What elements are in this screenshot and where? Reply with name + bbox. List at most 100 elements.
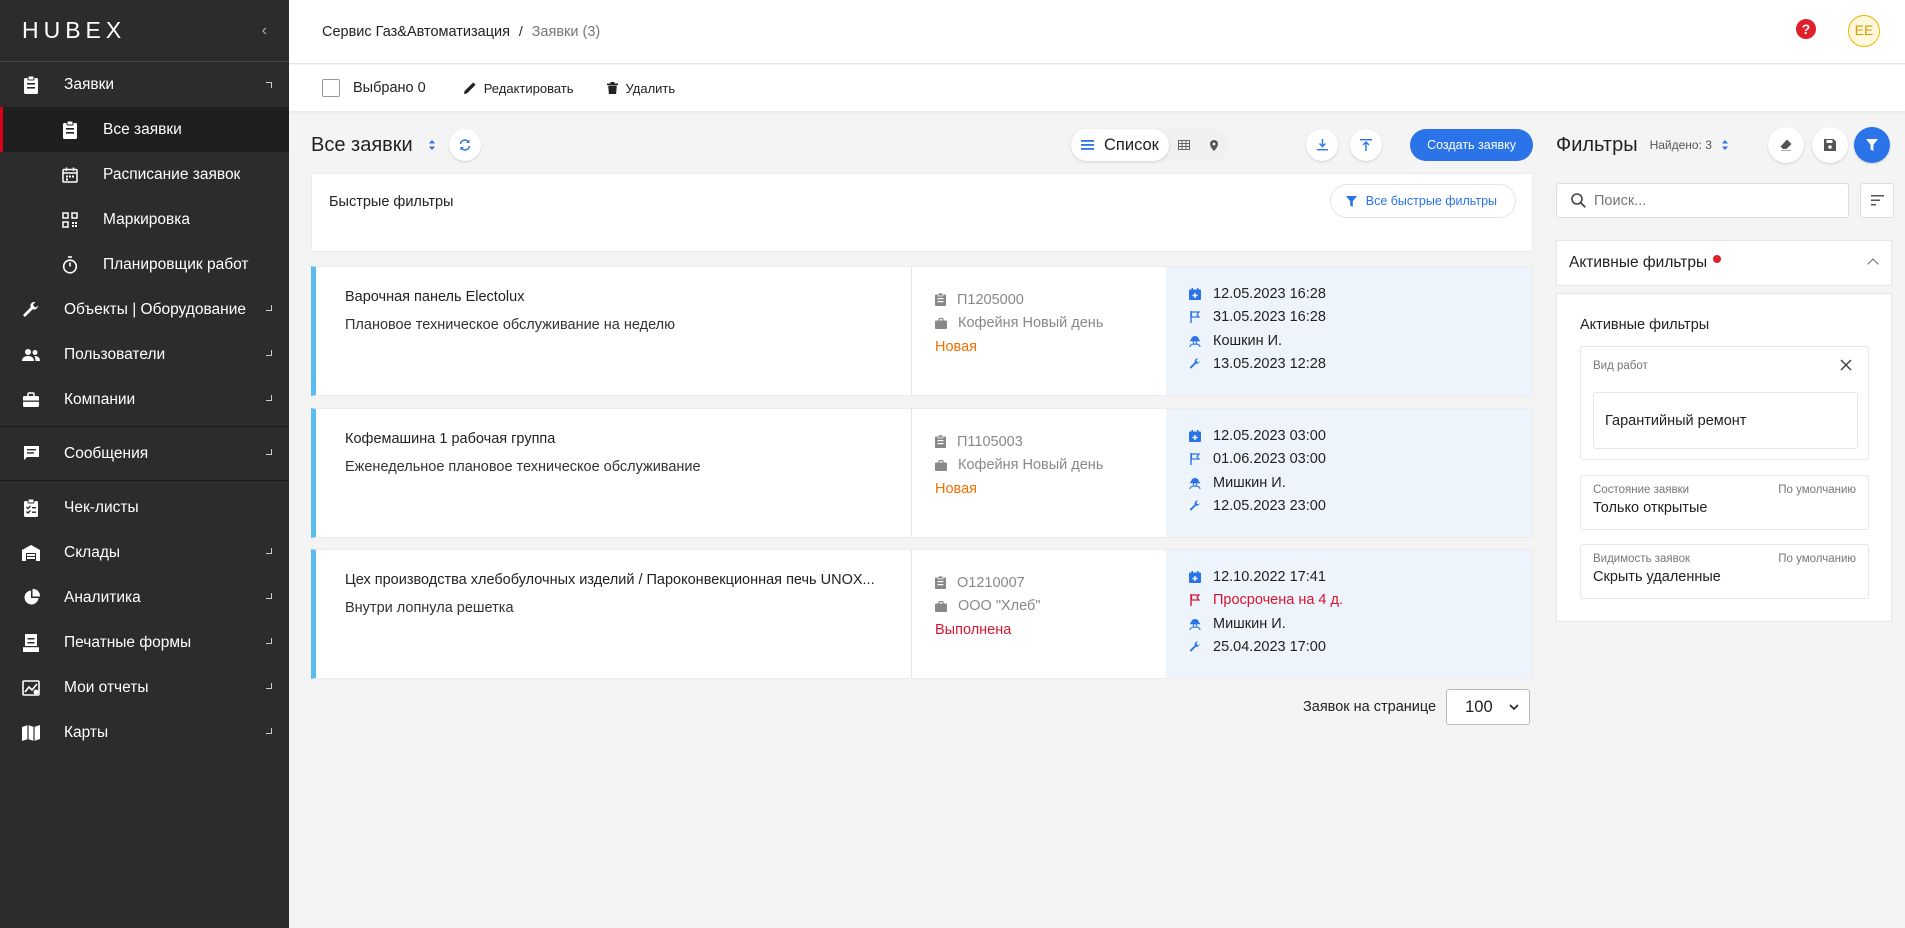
help-icon[interactable]: ?: [1796, 19, 1816, 39]
close-icon[interactable]: [1840, 359, 1852, 371]
sidebar-item-requests[interactable]: Заявки: [0, 62, 289, 107]
all-quick-filters-button[interactable]: Все быстрые фильтры: [1329, 184, 1516, 218]
worker-row: Кошкин И.: [1188, 329, 1532, 353]
sidebar: HUBEX ‹ Заявки Все заявки Расписание зая…: [0, 0, 289, 928]
refresh-button[interactable]: [448, 129, 481, 161]
per-page-value: 100: [1465, 697, 1493, 716]
request-card[interactable]: Кофемашина 1 рабочая группа Еженедельное…: [311, 408, 1533, 538]
sidebar-item-objects[interactable]: Объекты | Оборудование: [0, 287, 289, 332]
sidebar-item-label: Мои отчеты: [64, 678, 149, 696]
filter-visibility[interactable]: Видимость заявок По умолчанию Скрыть уда…: [1580, 544, 1869, 599]
wrench-icon: [1188, 500, 1202, 512]
sidebar-item-users[interactable]: Пользователи: [0, 332, 289, 377]
deadline-row: 01.06.2023 03:00: [1188, 448, 1532, 472]
toggle-filters-button[interactable]: [1854, 127, 1890, 163]
clipboard-icon: [935, 435, 957, 449]
sort-icon[interactable]: [428, 140, 435, 150]
briefcase-icon: [935, 459, 958, 471]
collapse-sidebar-icon[interactable]: ‹: [262, 22, 267, 40]
created-row: 12.05.2023 03:00: [1188, 424, 1532, 448]
sidebar-item-warehouses[interactable]: Склады: [0, 530, 289, 575]
created-date: 12.05.2023 03:00: [1213, 427, 1326, 444]
filter-sort-button[interactable]: [1860, 183, 1894, 218]
card-meta: П1105003 Кофейня Новый день Новая: [912, 409, 1166, 537]
clipboard-list-icon: [61, 120, 79, 139]
sort-icon[interactable]: [1721, 140, 1728, 150]
column-filter-button[interactable]: [1350, 129, 1382, 161]
sidebar-item-messages[interactable]: Сообщения: [0, 431, 289, 476]
avatar[interactable]: EE: [1848, 15, 1880, 47]
chevron-up-icon: [266, 82, 272, 88]
sidebar-item-my-reports[interactable]: Мои отчеты: [0, 665, 289, 710]
request-number-row: О1210007: [935, 571, 1166, 595]
create-request-button[interactable]: Создать заявку: [1410, 129, 1533, 161]
sidebar-item-print-forms[interactable]: Печатные формы: [0, 620, 289, 665]
all-quick-filters-label: Все быстрые фильтры: [1365, 194, 1497, 208]
select-all-checkbox[interactable]: [322, 79, 340, 97]
wrench-icon: [1188, 641, 1202, 653]
sidebar-item-label: Сообщения: [64, 444, 149, 462]
sidebar-item-marking[interactable]: Маркировка: [0, 197, 289, 242]
sidebar-item-planner[interactable]: Планировщик работ: [0, 242, 289, 287]
company-name: Кофейня Новый день: [958, 315, 1104, 332]
per-page-select[interactable]: 100: [1446, 689, 1531, 725]
sidebar-item-all-requests[interactable]: Все заявки: [0, 107, 289, 152]
sidebar-item-label: Планировщик работ: [103, 255, 249, 273]
request-title[interactable]: Цех производства хлебобулочных изделий /…: [345, 572, 890, 588]
active-filters-toggle[interactable]: Активные фильтры: [1556, 240, 1892, 286]
sidebar-item-checklists[interactable]: Чек-листы: [0, 485, 289, 530]
sidebar-divider: [0, 480, 289, 481]
request-card[interactable]: Варочная панель Electolux Плановое техни…: [311, 266, 1533, 396]
request-card[interactable]: Цех производства хлебобулочных изделий /…: [311, 549, 1533, 679]
request-description: Внутри лопнула решетка: [345, 600, 514, 616]
work-date-row: 25.04.2023 17:00: [1188, 636, 1532, 660]
sidebar-item-label: Аналитика: [64, 588, 141, 606]
sidebar-item-schedule[interactable]: Расписание заявок: [0, 152, 289, 197]
work-type-field[interactable]: Гарантийный ремонт: [1593, 392, 1858, 449]
calendar-plus-icon: [1188, 570, 1202, 583]
briefcase-icon: [22, 391, 40, 409]
message-icon: [22, 445, 40, 463]
edit-button[interactable]: Редактировать: [463, 80, 574, 96]
wrench-icon: [1188, 358, 1202, 370]
view-map-button[interactable]: [1199, 129, 1229, 161]
request-title[interactable]: Варочная панель Electolux: [345, 289, 890, 305]
card-dates: 12.10.2022 17:41 Просрочена на 4 д. Мишк…: [1166, 550, 1532, 678]
chevron-up-icon: [1867, 258, 1879, 270]
filter-work-type: Вид работ Гарантийный ремонт: [1580, 346, 1869, 460]
eraser-icon: [1780, 139, 1792, 151]
filter-search[interactable]: [1556, 183, 1849, 218]
breadcrumb-company[interactable]: Сервис Газ&Автоматизация: [322, 24, 510, 40]
status-row: Новая: [935, 335, 1166, 359]
flag-icon: [1188, 453, 1202, 466]
sidebar-item-maps[interactable]: Карты: [0, 710, 289, 755]
search-input[interactable]: [1594, 192, 1834, 209]
card-meta: П1205000 Кофейня Новый день Новая: [912, 267, 1166, 395]
table-icon: [1177, 140, 1190, 150]
sidebar-item-companies[interactable]: Компании: [0, 377, 289, 422]
filter-label: Вид работ: [1593, 360, 1648, 372]
briefcase-icon: [935, 600, 958, 612]
view-table-button[interactable]: [1169, 129, 1199, 161]
download-button[interactable]: [1306, 129, 1338, 161]
request-number-row: П1105003: [935, 430, 1166, 454]
chevron-down-icon: [266, 638, 272, 644]
sidebar-item-analytics[interactable]: Аналитика: [0, 575, 289, 620]
active-filters-panel: Активные фильтры Вид работ Гарантийный р…: [1556, 293, 1892, 622]
delete-button[interactable]: Удалить: [606, 81, 675, 96]
status-row: Новая: [935, 477, 1166, 501]
save-filters-button[interactable]: [1812, 127, 1848, 163]
breadcrumb-current: Заявки (3): [531, 24, 601, 40]
card-main: Кофемашина 1 рабочая группа Еженедельное…: [316, 409, 912, 537]
topbar: Сервис Газ&Автоматизация / Заявки (3) ? …: [289, 0, 1905, 64]
filter-label: Видимость заявок: [1593, 553, 1691, 565]
sidebar-item-label: Объекты | Оборудование: [64, 300, 246, 318]
edit-label: Редактировать: [483, 80, 574, 96]
request-number: П1205000: [957, 291, 1024, 308]
request-title[interactable]: Кофемашина 1 рабочая группа: [345, 431, 890, 447]
deadline-date: 01.06.2023 03:00: [1213, 451, 1326, 468]
clear-filters-button[interactable]: [1768, 127, 1804, 163]
view-list-button[interactable]: Список: [1071, 129, 1169, 161]
filters-header: Фильтры Найдено: 3: [1556, 127, 1890, 163]
filter-request-state[interactable]: Состояние заявки По умолчанию Только отк…: [1580, 475, 1869, 530]
